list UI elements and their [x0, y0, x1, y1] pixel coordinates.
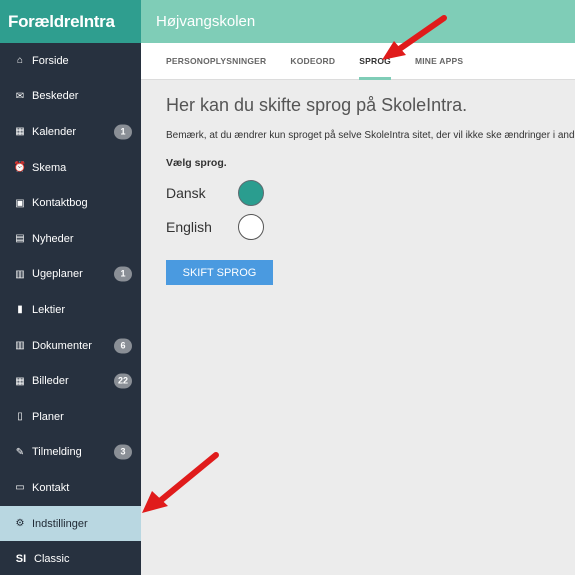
news-icon: ▤ [15, 233, 25, 245]
sidebar-item-lektier[interactable]: ▮ Lektier [0, 292, 141, 328]
change-language-button[interactable]: SKIFT SPROG [166, 260, 273, 285]
sidebar-nav: ⌂ Forside ✉ Beskeder ▦ Kalender 1 ⏰ Skema ▣ Kontak… [0, 43, 141, 575]
tab-mine-apps[interactable]: MINE APPS [415, 43, 463, 80]
sidebar-item-ugeplaner[interactable]: ▥ Ugeplaner 1 [0, 257, 141, 293]
main-content: Her kan du skifte sprog på SkoleIntra. B… [141, 80, 575, 575]
sidebar-item-label: Nyheder [32, 232, 74, 245]
sidebar-item-label: Lektier [32, 303, 66, 316]
document-icon: ▥ [15, 268, 25, 280]
language-radio[interactable] [238, 180, 264, 206]
app-logo[interactable]: ForældreIntra [0, 0, 141, 43]
choose-language-label: Vælg sprog. [166, 157, 227, 169]
sidebar-item-planer[interactable]: ▯ Planer [0, 399, 141, 435]
sidebar-item-classic[interactable]: SI Classic [0, 541, 141, 575]
images-icon: ▦ [15, 375, 25, 387]
settings-tabs: PERSONOPLYSNINGER KODEORD SPROG MINE APPS [141, 43, 575, 80]
sidebar-item-label: Ugeplaner [32, 268, 83, 281]
page-title: Her kan du skifte sprog på SkoleIntra. [166, 95, 468, 115]
sidebar-item-label: Beskeder [32, 90, 79, 103]
tab-kodeord[interactable]: KODEORD [290, 43, 335, 80]
sidebar-item-label: Billeder [32, 375, 69, 388]
sidebar-item-kalender[interactable]: ▦ Kalender 1 [0, 114, 141, 150]
edit-icon: ✎ [15, 446, 25, 458]
skoleintra-logo-icon: SI [15, 553, 27, 566]
sidebar-item-tilmelding[interactable]: ✎ Tilmelding 3 [0, 435, 141, 471]
sidebar-item-label: Forside [32, 54, 69, 67]
school-name: Højvangskolen [156, 13, 256, 30]
language-option: Dansk [166, 177, 575, 209]
sidebar-item-billeder[interactable]: ▦ Billeder 22 [0, 363, 141, 399]
envelope-icon: ✉ [15, 90, 25, 102]
sidebar-item-label: Tilmelding [32, 446, 82, 459]
count-badge: 1 [114, 124, 132, 140]
sidebar-item-kontaktbog[interactable]: ▣ Kontaktbog [0, 185, 141, 221]
clipboard-icon: ▯ [17, 411, 23, 423]
count-badge: 3 [114, 444, 132, 460]
header-bar: Højvangskolen [141, 0, 575, 43]
book-icon: ▮ [17, 304, 23, 316]
sidebar-item-dokumenter[interactable]: ▥ Dokumenter 6 [0, 328, 141, 364]
sidebar-item-label: Kontaktbog [32, 197, 88, 210]
contact-card-icon: ▭ [15, 482, 25, 494]
count-badge: 1 [114, 266, 132, 282]
gear-icon: ⚙ [15, 518, 25, 530]
tab-personoplysninger[interactable]: PERSONOPLYSNINGER [166, 43, 266, 80]
file-icon: ▥ [15, 340, 25, 352]
language-label: English [166, 219, 212, 235]
sidebar-item-forside[interactable]: ⌂ Forside [0, 43, 141, 79]
count-badge: 6 [114, 338, 132, 354]
language-label: Dansk [166, 185, 206, 201]
language-radio[interactable] [238, 214, 264, 240]
contact-book-icon: ▣ [15, 197, 25, 209]
sidebar-item-skema[interactable]: ⏰ Skema [0, 150, 141, 186]
sidebar-item-label: Indstillinger [32, 517, 88, 530]
sidebar: ForældreIntra ⌂ Forside ✉ Beskeder ▦ Kalender… [0, 0, 141, 575]
tab-sprog[interactable]: SPROG [359, 43, 391, 80]
sidebar-item-label: Skema [32, 161, 67, 174]
home-icon: ⌂ [16, 55, 24, 67]
language-notice: Bemærk, at du ændrer kun sproget på selv… [166, 130, 575, 141]
sidebar-item-label: Kalender [32, 125, 77, 138]
sidebar-item-indstillinger[interactable]: ⚙ Indstillinger [0, 505, 141, 542]
clock-icon: ⏰ [13, 162, 27, 174]
sidebar-item-label: Dokumenter [32, 339, 92, 352]
count-badge: 22 [114, 373, 132, 389]
sidebar-item-label: Kontakt [32, 481, 70, 494]
sidebar-item-label: Planer [32, 410, 64, 423]
language-options: Dansk English [166, 177, 575, 243]
sidebar-item-kontakt[interactable]: ▭ Kontakt [0, 470, 141, 506]
sidebar-item-label: Classic [34, 553, 70, 566]
calendar-icon: ▦ [15, 126, 25, 138]
sidebar-item-beskeder[interactable]: ✉ Beskeder [0, 79, 141, 115]
language-option: English [166, 211, 575, 243]
sidebar-item-nyheder[interactable]: ▤ Nyheder [0, 221, 141, 257]
